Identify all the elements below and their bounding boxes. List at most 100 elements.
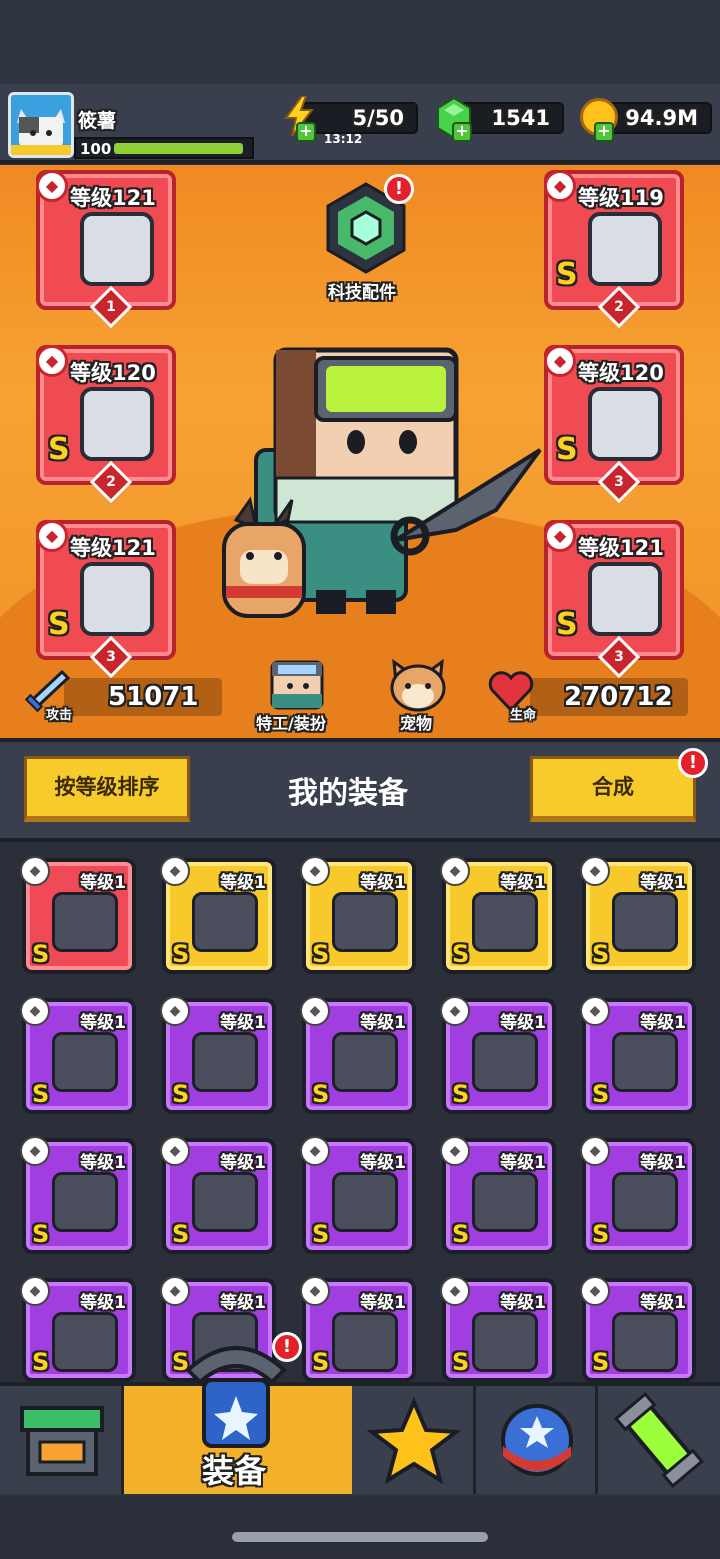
card-level: 等级1 bbox=[640, 1153, 686, 1173]
inventory-card[interactable]: ◆ 等级1 S bbox=[300, 1136, 416, 1254]
card-level: 等级1 bbox=[360, 873, 406, 893]
item-icon bbox=[472, 1172, 538, 1232]
inventory-card[interactable]: ◆ 等级1 S bbox=[20, 1136, 136, 1254]
inventory-card[interactable]: ◆ 等级1 S bbox=[20, 996, 136, 1114]
inventory-card[interactable]: ◆ 等级1 S bbox=[160, 856, 276, 974]
item-icon bbox=[472, 1312, 538, 1372]
energy-pill[interactable]: 5/50 bbox=[300, 102, 418, 134]
card-level: 等级1 bbox=[220, 1153, 266, 1173]
tech-parts-label: 科技配件 bbox=[328, 283, 396, 303]
pet-button[interactable]: 宠物 bbox=[386, 656, 456, 736]
hp-stat: 270712 bbox=[530, 678, 688, 716]
nav-tab-shop[interactable] bbox=[0, 1386, 124, 1494]
card-level: 等级1 bbox=[640, 873, 686, 893]
card-grade: S bbox=[592, 1348, 610, 1376]
hp-label: 生命 bbox=[510, 708, 537, 723]
card-grade: S bbox=[172, 1220, 190, 1248]
card-grade: S bbox=[312, 1080, 330, 1108]
inventory-card[interactable]: ◆ 等级1 S bbox=[440, 856, 556, 974]
item-icon bbox=[52, 1312, 118, 1372]
dna-icon bbox=[614, 1391, 704, 1489]
card-grade: S bbox=[32, 1348, 50, 1376]
equipped-slot[interactable]: ◆ 等级121 S 3 bbox=[544, 520, 684, 679]
boots-icon bbox=[588, 562, 662, 636]
agent-outfit-button[interactable]: 特工/装扮 bbox=[256, 656, 342, 736]
equipped-slot[interactable]: ◆ 等级119 S 2 bbox=[544, 170, 684, 329]
slot-grade: S bbox=[48, 607, 70, 642]
card-grade: S bbox=[32, 940, 50, 968]
agent-character[interactable] bbox=[196, 340, 556, 650]
inventory-card[interactable]: ◆ 等级1 S bbox=[20, 1276, 136, 1382]
slot-type-icon: ◆ bbox=[36, 520, 68, 552]
card-level: 等级1 bbox=[640, 1293, 686, 1313]
equipped-slot[interactable]: ◆ 等级120 S 3 bbox=[544, 345, 684, 504]
sort-by-level-button[interactable]: 按等级排序 bbox=[24, 756, 190, 822]
inventory-card[interactable]: ◆ 等级1 S bbox=[160, 996, 276, 1114]
equipped-slot[interactable]: ◆ 等级121 1 bbox=[36, 170, 176, 329]
energy-timer: 13:12 bbox=[324, 132, 363, 146]
player-level: 100 bbox=[80, 140, 112, 158]
inventory-card[interactable]: ◆ 等级1 S bbox=[580, 856, 696, 974]
player-avatar[interactable] bbox=[8, 92, 74, 158]
nav-tab-skills[interactable] bbox=[352, 1386, 476, 1494]
equipment-alert-badge: ! bbox=[272, 1332, 302, 1362]
inventory-card[interactable]: ◆ 等级1 S bbox=[20, 856, 136, 974]
item-type-icon: ◆ bbox=[300, 1136, 330, 1166]
item-type-icon: ◆ bbox=[440, 1136, 470, 1166]
energy-value: 5/50 bbox=[352, 106, 404, 130]
card-level: 等级1 bbox=[500, 873, 546, 893]
inventory-card[interactable]: ◆ 等级1 S bbox=[300, 1276, 416, 1382]
inventory-card[interactable]: ◆ 等级1 S bbox=[300, 856, 416, 974]
slot-grade: S bbox=[48, 432, 70, 467]
equipped-slot[interactable]: ◆ 等级120 S 2 bbox=[36, 345, 176, 504]
attack-stat: 51071 bbox=[64, 678, 222, 716]
kunai-icon bbox=[80, 212, 154, 286]
inventory-card[interactable]: ◆ 等级1 S bbox=[160, 1136, 276, 1254]
add-coin-icon[interactable]: + bbox=[594, 122, 614, 142]
item-icon bbox=[472, 1032, 538, 1092]
player-name: 筱薯 bbox=[78, 110, 117, 132]
inventory-card[interactable]: ◆ 等级1 S bbox=[580, 996, 696, 1114]
gauntlet-icon bbox=[80, 562, 154, 636]
gem-pill[interactable]: 1541 bbox=[458, 102, 564, 134]
item-icon bbox=[332, 1032, 398, 1092]
card-grade: S bbox=[452, 940, 470, 968]
pet-label: 宠物 bbox=[400, 714, 433, 733]
inventory-card[interactable]: ◆ 等级1 S bbox=[440, 1276, 556, 1382]
item-icon bbox=[332, 1172, 398, 1232]
item-icon bbox=[612, 1172, 678, 1232]
card-level: 等级1 bbox=[500, 1013, 546, 1033]
item-type-icon: ◆ bbox=[20, 1276, 50, 1306]
merge-alert-badge: ! bbox=[678, 748, 708, 778]
equipped-slot[interactable]: ◆ 等级121 S 3 bbox=[36, 520, 176, 679]
nav-tab-evolution[interactable] bbox=[598, 1386, 720, 1494]
card-grade: S bbox=[312, 1220, 330, 1248]
card-grade: S bbox=[452, 1220, 470, 1248]
inventory-card[interactable]: ◆ 等级1 S bbox=[440, 996, 556, 1114]
card-grade: S bbox=[312, 940, 330, 968]
slot-level: 等级121 bbox=[578, 536, 664, 560]
slot-grade: S bbox=[556, 257, 578, 292]
card-level: 等级1 bbox=[80, 1153, 126, 1173]
add-gem-icon[interactable]: + bbox=[452, 122, 472, 142]
inventory-card[interactable]: ◆ 等级1 S bbox=[440, 1136, 556, 1254]
nav-tab-gacha[interactable] bbox=[476, 1386, 598, 1494]
agent-character-icon bbox=[222, 347, 542, 618]
inventory-card[interactable]: ◆ 等级1 S bbox=[580, 1276, 696, 1382]
card-level: 等级1 bbox=[80, 873, 126, 893]
card-grade: S bbox=[592, 1220, 610, 1248]
star-icon bbox=[366, 1396, 462, 1485]
slot-type-icon: ◆ bbox=[36, 170, 68, 202]
add-energy-icon[interactable]: + bbox=[296, 122, 316, 142]
card-grade: S bbox=[32, 1080, 50, 1108]
item-icon bbox=[332, 892, 398, 952]
merge-button[interactable]: 合成 bbox=[530, 756, 696, 822]
item-type-icon: ◆ bbox=[440, 1276, 470, 1306]
nav-active-label: 装备 bbox=[202, 1452, 267, 1490]
card-grade: S bbox=[312, 1348, 330, 1376]
inventory-card[interactable]: ◆ 等级1 S bbox=[300, 996, 416, 1114]
inventory-card[interactable]: ◆ 等级1 S bbox=[580, 1136, 696, 1254]
item-icon bbox=[192, 1032, 258, 1092]
attack-label: 攻击 bbox=[46, 708, 73, 723]
card-grade: S bbox=[592, 1080, 610, 1108]
